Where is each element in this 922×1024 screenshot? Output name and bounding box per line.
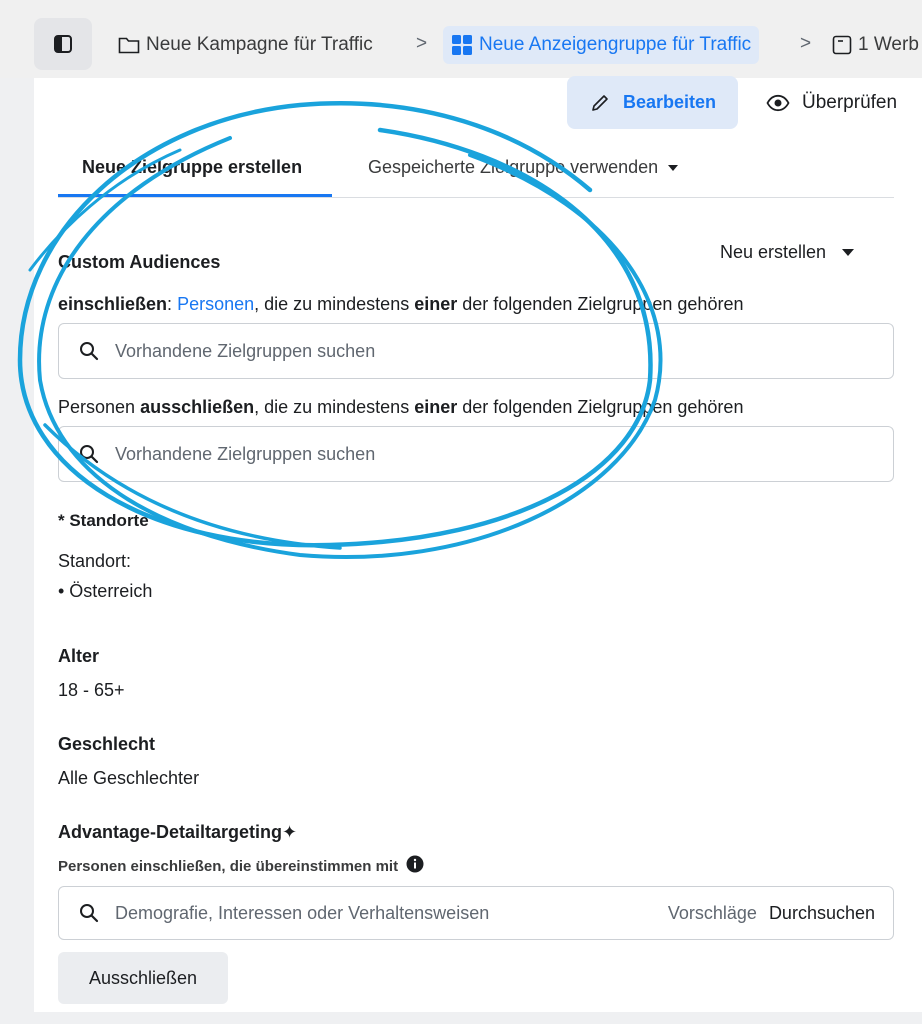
- review-button[interactable]: Überprüfen: [766, 76, 897, 129]
- include-bold-one: einer: [414, 294, 458, 314]
- sparkle-icon: ✦: [282, 822, 298, 842]
- locations-heading: * Standorte: [58, 511, 149, 530]
- caret-down-icon: [668, 165, 679, 172]
- exclude-description: Personen ausschließen, die zu mindestens…: [58, 397, 743, 418]
- tab-new-audience[interactable]: Neue Zielgruppe erstellen: [82, 157, 302, 178]
- age-value: 18 - 65+: [58, 680, 125, 700]
- include-text-mid: , die zu mindestens: [254, 294, 415, 314]
- location-item: • Österreich: [58, 581, 153, 601]
- breadcrumb-ad-label: 1 Werb: [858, 34, 919, 55]
- breadcrumb-adset[interactable]: Neue Anzeigengruppe für Traffic: [443, 26, 760, 64]
- exclude-keyword: ausschließen: [140, 397, 255, 417]
- location-label: Standort:: [58, 551, 132, 571]
- breadcrumb-campaign-label: Neue Kampagne für Traffic: [146, 34, 373, 55]
- exclude-text-mid: , die zu mindestens: [254, 397, 415, 417]
- create-new-label: Neu erstellen: [720, 242, 827, 262]
- active-tab-indicator: [58, 194, 332, 197]
- breadcrumb-adset-label: Neue Anzeigengruppe für Traffic: [479, 34, 752, 55]
- browse-link[interactable]: Durchsuchen: [769, 903, 875, 924]
- sidebar-toggle-icon: [54, 35, 72, 53]
- custom-audiences-heading: Custom Audiences: [58, 252, 221, 272]
- people-link[interactable]: Personen: [177, 294, 254, 314]
- detail-targeting-subtitle: Personen einschließen, die übereinstimme…: [58, 855, 424, 875]
- detail-targeting-subtitle-text: Personen einschließen, die übereinstimme…: [58, 858, 399, 875]
- include-keyword: einschließen: [58, 294, 168, 314]
- pencil-icon: [592, 94, 608, 111]
- exclude-search-placeholder: Vorhandene Zielgruppen suchen: [115, 443, 376, 464]
- tab-saved-audience-label: Gespeicherte Zielgruppe verwenden: [368, 157, 659, 177]
- search-icon: [79, 341, 99, 361]
- include-audience-search-input[interactable]: Vorhandene Zielgruppen suchen: [58, 323, 894, 379]
- review-button-label: Überprüfen: [802, 91, 898, 113]
- eye-icon: [766, 94, 790, 111]
- include-description: einschließen: Personen, die zu mindesten…: [58, 294, 743, 315]
- search-icon: [79, 444, 99, 464]
- grid-icon: [451, 34, 473, 56]
- age-heading: Alter: [58, 646, 100, 666]
- detail-targeting-placeholder: Demografie, Interessen oder Verhaltenswe…: [115, 902, 490, 923]
- detail-targeting-search-input[interactable]: Demografie, Interessen oder Verhaltenswe…: [58, 886, 894, 940]
- breadcrumb-campaign[interactable]: Neue Kampagne für Traffic: [118, 26, 373, 64]
- include-search-placeholder: Vorhandene Zielgruppen suchen: [115, 340, 376, 361]
- include-text-suffix: der folgenden Zielgruppen gehören: [457, 294, 744, 314]
- tabs-divider: [58, 197, 894, 198]
- caret-down-icon: [842, 249, 855, 256]
- exclude-text-prefix: Personen: [58, 397, 141, 417]
- search-icon: [79, 903, 99, 923]
- breadcrumb-separator: >: [800, 33, 812, 54]
- info-icon[interactable]: [406, 855, 424, 873]
- breadcrumb-separator: >: [416, 33, 428, 54]
- detail-targeting-title: Advantage-Detailtargeting: [58, 822, 283, 842]
- suggestions-link[interactable]: Vorschläge: [668, 903, 757, 924]
- breadcrumb-bar: Neue Kampagne für Traffic > Neue Anzeige…: [0, 0, 922, 78]
- gender-value: Alle Geschlechter: [58, 768, 200, 788]
- exclude-bold-one: einer: [414, 397, 458, 417]
- exclude-button[interactable]: Ausschließen: [58, 952, 228, 1004]
- create-new-dropdown[interactable]: Neu erstellen: [720, 242, 855, 263]
- ad-window-icon: [832, 35, 852, 55]
- edit-button[interactable]: Bearbeiten: [567, 76, 738, 129]
- tab-saved-audience[interactable]: Gespeicherte Zielgruppe verwenden: [368, 157, 679, 178]
- gender-heading: Geschlecht: [58, 734, 156, 754]
- edit-button-label: Bearbeiten: [622, 92, 717, 112]
- exclude-text-suffix: der folgenden Zielgruppen gehören: [457, 397, 744, 417]
- sidebar-toggle-button[interactable]: [34, 18, 92, 70]
- detail-targeting-actions: Vorschläge Durchsuchen: [668, 903, 893, 924]
- folder-icon: [118, 36, 140, 54]
- exclude-audience-search-input[interactable]: Vorhandene Zielgruppen suchen: [58, 426, 894, 482]
- detail-targeting-heading: Advantage-Detailtargeting✦: [58, 822, 297, 843]
- include-colon: :: [167, 294, 178, 314]
- breadcrumb-ad[interactable]: 1 Werb: [832, 26, 919, 64]
